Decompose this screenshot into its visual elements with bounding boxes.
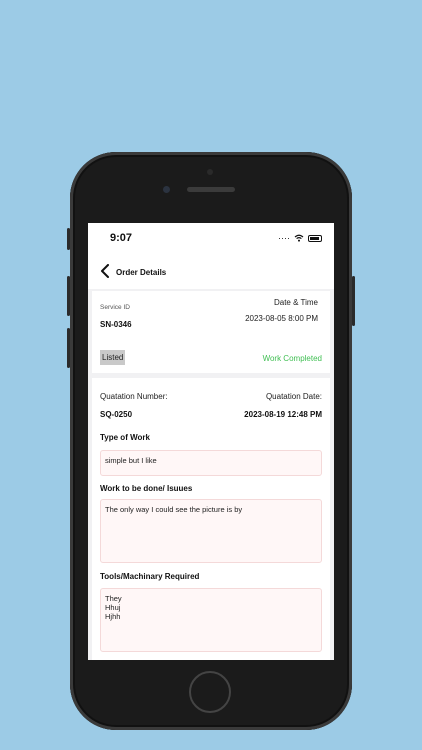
- type-of-work-field[interactable]: simple but I like: [100, 450, 322, 476]
- datetime-label: Date & Time: [273, 298, 318, 307]
- battery-icon: [308, 234, 322, 242]
- status-bar: 9:07 ····: [88, 223, 334, 253]
- app-screen: 9:07 ···· Order Details Service ID SN-03…: [88, 223, 334, 660]
- status-time: 9:07: [110, 232, 133, 244]
- tools-required-title: Tools/Machinary Required: [100, 572, 200, 581]
- page-title: Order Details: [116, 268, 167, 277]
- nav-bar: Order Details: [88, 253, 334, 289]
- wifi-icon: [294, 234, 304, 242]
- quotation-date-value: 2023-08-19 12:48 PM: [244, 410, 322, 419]
- volume-up-button: [67, 276, 70, 316]
- power-button: [352, 276, 355, 326]
- home-button[interactable]: [189, 671, 231, 713]
- work-to-be-done-title: Work to be done/ Isuues: [100, 484, 193, 493]
- quotation-number-value: SQ-0250: [100, 410, 133, 419]
- earpiece-speaker: [187, 187, 235, 192]
- datetime-value: 2023-08-05 8:00 PM: [245, 314, 318, 323]
- quotation-card: Quatation Number: Quatation Date: SQ-025…: [92, 378, 330, 660]
- back-chevron-icon[interactable]: [100, 264, 110, 278]
- signal-icon: ····: [278, 233, 290, 243]
- quotation-date-label: Quatation Date:: [265, 392, 322, 401]
- status-badge-listed: Listed: [100, 350, 126, 365]
- proximity-sensor: [207, 169, 213, 175]
- type-of-work-title: Type of Work: [100, 433, 150, 442]
- tools-required-field[interactable]: They Hhuj Hjhh: [100, 588, 322, 652]
- quotation-number-label: Quatation Number:: [100, 392, 168, 401]
- order-summary-card: Service ID SN-0346 Date & Time 2023-08-0…: [92, 291, 330, 373]
- work-to-be-done-field[interactable]: The only way I could see the picture is …: [100, 499, 322, 563]
- front-camera-icon: [163, 186, 170, 193]
- service-id-value: SN-0346: [100, 320, 132, 329]
- status-completed: Work Completed: [262, 354, 322, 363]
- volume-down-button: [67, 328, 70, 368]
- status-icons: ····: [278, 233, 322, 243]
- mute-switch: [67, 228, 70, 250]
- service-id-label: Service ID: [100, 304, 130, 311]
